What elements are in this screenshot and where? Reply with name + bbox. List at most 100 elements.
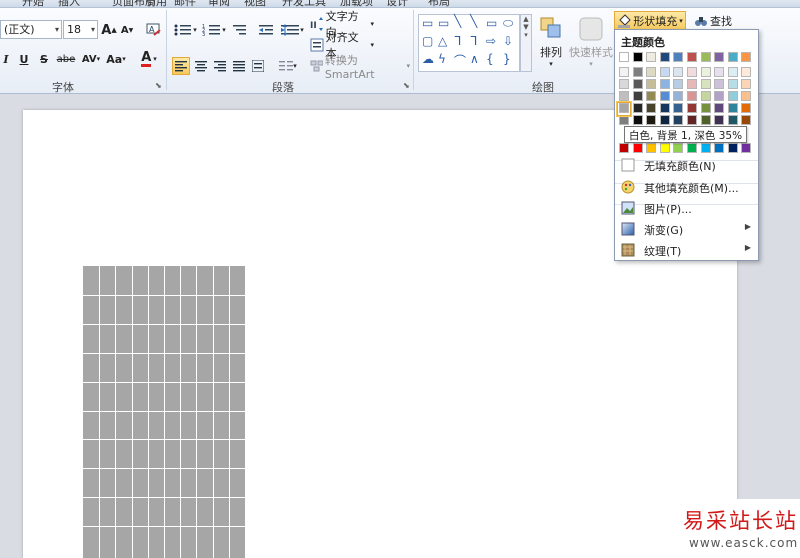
lightning-shape-icon[interactable]: ϟ xyxy=(438,52,446,66)
menu-item-more-colors[interactable]: 其他填充颜色(M)... xyxy=(616,177,757,197)
theme-shade-swatch[interactable] xyxy=(673,115,684,125)
font-name-dropdown[interactable]: (正文) ▾ xyxy=(0,20,62,39)
theme-shade-swatch[interactable] xyxy=(632,79,643,89)
standard-color-swatch[interactable] xyxy=(700,143,711,153)
standard-color-swatch[interactable] xyxy=(646,143,657,153)
freeform-shape-icon[interactable]: ∧ xyxy=(470,52,479,66)
line-spacing-button[interactable]: ▾ xyxy=(282,20,304,40)
ribbon-tab[interactable]: 设计 xyxy=(386,0,408,7)
ribbon-tab[interactable]: 插入 xyxy=(58,0,80,7)
ribbon-tab[interactable]: 引用 xyxy=(145,0,167,7)
theme-color-swatch[interactable] xyxy=(741,52,752,62)
curve-shape-icon[interactable]: ⌒ xyxy=(454,52,466,69)
theme-shade-swatch[interactable] xyxy=(659,67,670,77)
theme-shade-swatch[interactable] xyxy=(659,91,670,101)
rounded-rect-icon[interactable]: ▢ xyxy=(422,34,433,48)
gray-table[interactable] xyxy=(83,266,245,558)
double-strike-button[interactable]: abe xyxy=(55,49,77,69)
menu-item-picture[interactable]: 图片(P)... xyxy=(616,198,757,218)
theme-shade-swatch[interactable] xyxy=(714,103,725,113)
column-layout-button[interactable]: ▾ xyxy=(276,57,300,75)
theme-shade-swatch[interactable] xyxy=(741,103,752,113)
standard-color-swatch[interactable] xyxy=(714,143,725,153)
theme-color-swatch[interactable] xyxy=(700,52,711,62)
align-left-button[interactable] xyxy=(172,57,190,75)
theme-shade-swatch[interactable] xyxy=(714,67,725,77)
numbering-button[interactable]: 1 2 3 ▾ xyxy=(201,20,227,40)
shrink-font-button[interactable]: A ▼ xyxy=(119,20,135,40)
theme-shade-swatch[interactable] xyxy=(646,79,657,89)
theme-shade-swatch[interactable] xyxy=(687,103,697,113)
theme-shade-swatch[interactable] xyxy=(727,115,738,125)
theme-shade-swatch[interactable] xyxy=(741,91,752,101)
char-spacing-button[interactable]: AV ▾ xyxy=(80,49,102,69)
theme-color-swatch[interactable] xyxy=(673,52,684,62)
theme-shade-swatch[interactable] xyxy=(714,91,725,101)
ribbon-tab[interactable]: 审阅 xyxy=(208,0,230,7)
font-size-dropdown[interactable]: 18 ▾ xyxy=(63,20,98,39)
convert-smartart-button[interactable]: 转换为 SmartArt ▾ xyxy=(310,54,410,81)
bullets-button[interactable]: ▾ xyxy=(172,20,198,40)
ribbon-tab[interactable]: 开发工具 xyxy=(282,0,326,7)
theme-shade-swatch[interactable] xyxy=(700,115,711,125)
theme-shade-swatch[interactable] xyxy=(673,67,684,77)
shapes-scroll[interactable]: ▲ ▼ ▾ xyxy=(520,14,532,72)
arrange-button[interactable]: 排列 ▾ xyxy=(537,14,565,70)
align-right-button[interactable] xyxy=(211,57,229,75)
theme-shade-swatch[interactable] xyxy=(659,103,670,113)
standard-color-swatch[interactable] xyxy=(659,143,670,153)
theme-color-swatch[interactable] xyxy=(646,52,657,62)
theme-shade-swatch[interactable] xyxy=(646,91,657,101)
theme-shade-swatch[interactable] xyxy=(673,79,684,89)
theme-shade-swatch[interactable] xyxy=(619,79,629,89)
theme-shade-swatch[interactable] xyxy=(700,67,711,77)
theme-color-swatch[interactable] xyxy=(714,52,725,62)
down-arrow-shape-icon[interactable]: ⇩ xyxy=(503,34,513,48)
font-dialog-launcher[interactable]: ⬊ xyxy=(155,81,162,90)
textbox-shape-icon[interactable]: ▭ xyxy=(422,16,433,30)
ribbon-tab[interactable]: 布局 xyxy=(428,0,450,7)
theme-shade-swatch[interactable] xyxy=(714,115,725,125)
theme-shade-swatch[interactable] xyxy=(687,115,697,125)
multilevel-list-button[interactable] xyxy=(230,20,250,40)
standard-color-swatch[interactable] xyxy=(687,143,697,153)
standard-color-swatch[interactable] xyxy=(741,143,752,153)
theme-shade-swatch[interactable] xyxy=(741,115,752,125)
paragraph-dialog-launcher[interactable]: ⬊ xyxy=(403,81,410,90)
ribbon-tab[interactable]: 加载项 xyxy=(340,0,373,7)
theme-shade-swatch[interactable] xyxy=(714,79,725,89)
standard-color-swatch[interactable] xyxy=(673,143,684,153)
clear-format-button[interactable]: A xyxy=(144,19,162,39)
change-case-button[interactable]: Aa ▾ xyxy=(104,49,128,69)
grow-font-button[interactable]: A ▲ xyxy=(101,20,117,40)
theme-shade-swatch[interactable] xyxy=(646,67,657,77)
theme-shade-swatch[interactable] xyxy=(700,79,711,89)
theme-shade-swatch[interactable] xyxy=(741,67,752,77)
menu-item-gradient[interactable]: 渐变(G) ▶ xyxy=(616,219,757,239)
theme-shade-swatch[interactable] xyxy=(632,67,643,77)
distributed-button[interactable] xyxy=(249,57,267,75)
theme-shade-swatch[interactable] xyxy=(632,103,643,113)
underline-button[interactable]: U xyxy=(17,49,31,69)
theme-shade-swatch[interactable] xyxy=(700,91,711,101)
theme-shade-swatch[interactable] xyxy=(673,91,684,101)
theme-color-swatch[interactable] xyxy=(727,52,738,62)
theme-shade-swatch[interactable] xyxy=(619,67,629,77)
elbow-connector-icon[interactable]: ᒣ xyxy=(454,34,461,48)
theme-shade-swatch[interactable] xyxy=(727,103,738,113)
theme-shade-swatch[interactable] xyxy=(632,91,643,101)
theme-shade-swatch[interactable] xyxy=(619,91,629,101)
rectangle-shape-icon[interactable]: ▭ xyxy=(486,16,497,30)
theme-shade-swatch[interactable] xyxy=(727,67,738,77)
align-center-button[interactable] xyxy=(192,57,210,75)
right-arrow-shape-icon[interactable]: ⇨ xyxy=(486,34,496,48)
shapes-gallery[interactable]: ▭ ▭ ╲ ╲ ▭ ⬭ ▢ △ ᒣ ᒣ ⇨ ⇩ ☁ ϟ ⌒ ∧ { } xyxy=(418,14,520,72)
menu-item-no-fill[interactable]: 无填充颜色(N) xyxy=(616,155,757,175)
theme-shade-swatch[interactable] xyxy=(741,79,752,89)
theme-shade-swatch[interactable] xyxy=(659,115,670,125)
menu-item-texture[interactable]: 纹理(T) ▶ xyxy=(616,240,757,260)
standard-color-swatch[interactable] xyxy=(727,143,738,153)
oval-shape-icon[interactable]: ⬭ xyxy=(503,16,513,31)
right-brace-icon[interactable]: } xyxy=(503,52,511,66)
standard-color-swatch[interactable] xyxy=(632,143,643,153)
